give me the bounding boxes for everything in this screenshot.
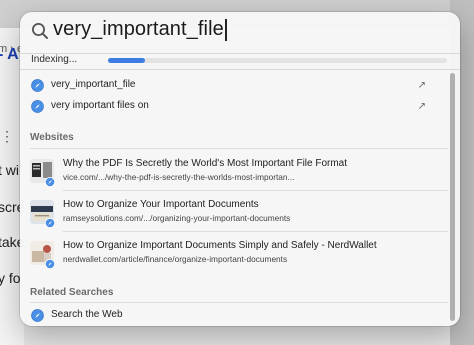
indexing-label: Indexing... xyxy=(31,54,78,65)
background-heading: - A xyxy=(0,46,19,63)
website-url: vice.com/.../why-the-pdf-is-secretly-the… xyxy=(63,172,295,182)
search-bar[interactable]: very_important_file xyxy=(20,12,460,52)
safari-badge-icon xyxy=(45,259,55,269)
website-url: ramseysolutions.com/.../organizing-your-… xyxy=(63,213,291,223)
safari-badge-icon xyxy=(45,177,55,187)
safari-badge-icon xyxy=(45,218,55,228)
spotlight-panel: very_important_file Indexing... very_imp… xyxy=(20,12,460,326)
divider xyxy=(20,69,460,70)
divider xyxy=(63,231,448,232)
search-input[interactable]: very_important_file xyxy=(53,18,224,41)
divider xyxy=(30,148,448,149)
background-text-line: y fo xyxy=(0,270,21,286)
suggestion-item[interactable]: very important files on ↗ xyxy=(20,97,450,118)
text-caret xyxy=(225,19,227,41)
safari-compass-icon xyxy=(31,100,44,113)
search-the-web-item[interactable]: Search the Web xyxy=(20,306,450,326)
website-title: How to Organize Your Important Documents xyxy=(63,199,259,210)
website-url: nerdwallet.com/article/finance/organize-… xyxy=(63,254,288,264)
website-result[interactable]: Why the PDF Is Secretly the World's Most… xyxy=(20,155,450,195)
related-search-text: Search the Web xyxy=(51,309,123,320)
open-arrow-icon[interactable]: ↗ xyxy=(418,80,426,91)
divider xyxy=(63,190,448,191)
search-icon xyxy=(32,23,48,39)
indexing-progress-fill xyxy=(108,58,146,63)
divider xyxy=(30,302,448,303)
suggestion-text: very_important_file xyxy=(51,79,136,90)
safari-compass-icon xyxy=(31,309,44,322)
suggestion-text: very important files on xyxy=(51,100,149,111)
scrollbar[interactable] xyxy=(450,73,455,321)
divider xyxy=(20,53,460,54)
open-arrow-icon[interactable]: ↗ xyxy=(418,101,426,112)
website-title: How to Organize Important Documents Simp… xyxy=(63,240,377,251)
indexing-progress-bar xyxy=(108,58,447,63)
safari-compass-icon xyxy=(31,79,44,92)
background-more-icon: ⋮ xyxy=(0,128,14,144)
website-result[interactable]: How to Organize Important Documents Simp… xyxy=(20,237,450,277)
background-text-line: t wi xyxy=(0,162,19,178)
suggestion-item[interactable]: very_important_file ↗ xyxy=(20,76,450,97)
website-title: Why the PDF Is Secretly the World's Most… xyxy=(63,158,348,169)
related-searches-header: Related Searches xyxy=(30,287,114,298)
websites-section-header: Websites xyxy=(30,132,74,143)
website-result[interactable]: How to Organize Your Important Documents… xyxy=(20,196,450,236)
